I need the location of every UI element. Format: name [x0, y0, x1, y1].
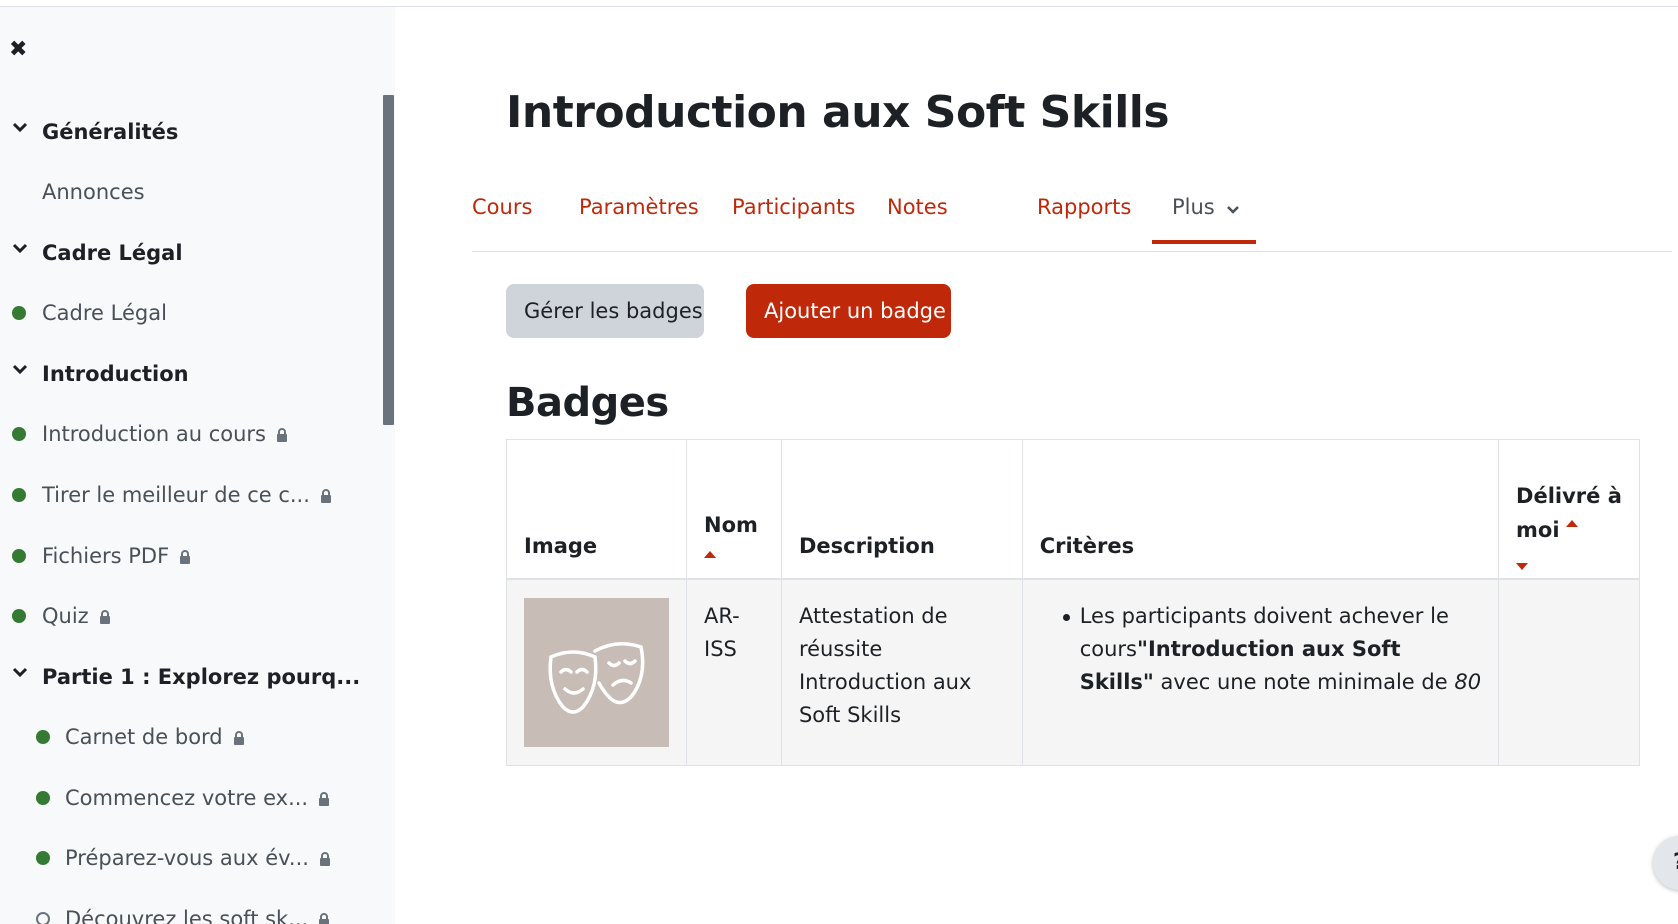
lock-icon — [276, 428, 288, 442]
tab-cours[interactable]: Cours — [472, 182, 532, 252]
tab-participants[interactable]: Participants — [732, 182, 855, 252]
chevron-down-icon[interactable] — [12, 242, 28, 256]
column-header-name[interactable]: Nom — [686, 439, 782, 580]
sidebar-item-label: Carnet de bord — [65, 725, 223, 749]
badge-name-line2: ISS — [704, 636, 737, 661]
sidebar-item-label: Commencez votre ex... — [65, 786, 309, 810]
lock-icon — [99, 610, 111, 624]
secondary-navigation: Cours Paramètres Participants Notes Rapp… — [472, 182, 1672, 252]
sidebar-item-label: Introduction au cours — [42, 422, 266, 446]
completion-dot-icon — [36, 851, 50, 865]
criteria-item: Les participants doivent achever le cour… — [1062, 600, 1482, 699]
table-row: AR- ISS Attestation de réussite Introduc… — [506, 578, 1640, 766]
sidebar-scrollbar[interactable] — [383, 95, 394, 425]
incomplete-dot-icon — [36, 912, 50, 924]
badge-criteria-cell: Les participants doivent achever le cour… — [1021, 578, 1500, 766]
lock-icon — [318, 792, 330, 806]
main-content: Introduction aux Soft Skills Cours Param… — [395, 7, 1678, 924]
sort-asc-icon[interactable] — [1565, 519, 1578, 527]
lock-icon — [318, 913, 330, 924]
course-index-drawer: ✖ Généralités Annonces Cadre Légal Cadre… — [0, 7, 395, 924]
column-header-issued-line2: moi — [1516, 517, 1560, 542]
badge-image-cell — [506, 578, 687, 766]
criteria-grade: 80 — [1454, 669, 1482, 694]
tab-parametres[interactable]: Paramètres — [579, 182, 699, 252]
column-header-image: Image — [506, 439, 687, 580]
chevron-down-icon[interactable] — [12, 121, 28, 135]
add-badge-button[interactable]: Ajouter un badge — [746, 284, 951, 338]
page-title: Introduction aux Soft Skills — [506, 87, 1170, 138]
sidebar-item-label: Préparez-vous aux év... — [65, 846, 309, 870]
sort-desc-icon[interactable] — [1516, 562, 1529, 570]
completion-dot-icon — [36, 791, 50, 805]
table-header-row: Image Nom Description Critères Délivré à… — [506, 439, 1640, 580]
completion-dot-icon — [12, 609, 26, 623]
chevron-down-icon[interactable] — [12, 363, 28, 377]
sidebar-item-label: Découvrez les soft sk... — [65, 907, 309, 924]
badge-name-line1: AR- — [704, 603, 740, 628]
criteria-suffix: avec une note minimale de — [1160, 669, 1448, 694]
criteria-list: Les participants doivent achever le cour… — [1040, 600, 1481, 699]
badges-heading: Badges — [506, 380, 669, 426]
active-tab-indicator — [1152, 240, 1256, 244]
completion-dot-icon — [12, 549, 26, 563]
completion-dot-icon — [12, 488, 26, 502]
sidebar-section-label: Partie 1 : Explorez pourq... — [42, 665, 361, 689]
tab-plus-label: Plus — [1172, 195, 1215, 219]
chevron-down-icon[interactable] — [12, 666, 28, 680]
badges-table: Image Nom Description Critères Délivré à… — [506, 439, 1640, 766]
column-header-criteria: Critères — [1021, 439, 1500, 580]
column-header-description: Description — [780, 439, 1023, 580]
column-header-issued[interactable]: Délivré à moi — [1498, 439, 1640, 580]
sort-asc-icon[interactable] — [704, 550, 716, 558]
lock-icon — [179, 550, 191, 564]
sidebar-item-label: Quiz — [42, 604, 89, 628]
manage-badges-button[interactable]: Gérer les badges — [506, 284, 704, 338]
sidebar-item-label: Tirer le meilleur de ce c... — [42, 483, 310, 507]
sidebar-item-label: Fichiers PDF — [42, 544, 170, 568]
badge-name-cell[interactable]: AR- ISS — [686, 578, 782, 766]
lock-icon — [320, 489, 332, 503]
lock-icon — [233, 731, 245, 745]
tab-rapports[interactable]: Rapports — [1037, 182, 1131, 252]
badge-issued-cell — [1498, 578, 1640, 766]
chevron-down-icon — [1227, 183, 1240, 233]
sidebar-section-label: Introduction — [42, 362, 189, 386]
completion-dot-icon — [36, 730, 50, 744]
column-header-name-label: Nom — [704, 512, 758, 537]
completion-dot-icon — [12, 427, 26, 441]
completion-dot-icon — [12, 306, 26, 320]
theater-masks-icon[interactable] — [524, 597, 669, 747]
tab-notes[interactable]: Notes — [887, 182, 948, 252]
close-icon[interactable]: ✖ — [9, 39, 31, 61]
column-header-issued-line1: Délivré à — [1516, 483, 1622, 508]
sidebar-item-label: Cadre Légal — [42, 301, 167, 325]
lock-icon — [319, 852, 331, 866]
sidebar-section-label: Généralités — [42, 120, 179, 144]
badge-description-cell: Attestation de réussite Introduction aux… — [780, 578, 1023, 766]
sidebar-section-label: Cadre Légal — [42, 241, 183, 265]
sidebar-item-label: Annonces — [42, 180, 145, 204]
top-border — [0, 0, 1678, 7]
